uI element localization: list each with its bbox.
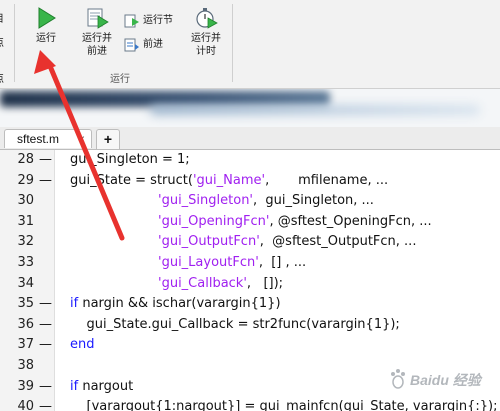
code-text: end [70,335,95,356]
line-number: 40 [17,399,34,411]
ribbon-divider [232,4,233,82]
stopwatch-icon [196,8,218,29]
code-text: if nargout [70,377,133,398]
advance-icon [124,38,139,52]
code-token: , mfilename, ... [265,172,389,188]
ribbon-divider [14,4,15,82]
code-token: , [] , ... [258,255,307,270]
run-section-button[interactable]: 运行节 [124,14,173,28]
code-text: if nargin && ischar(varargin{1}) [70,294,281,315]
line-number: 39 [17,378,34,394]
code-token: , []); [246,275,284,291]
run-and-time-label-2: 计时 [196,46,216,57]
new-tab-button[interactable]: + [96,129,120,149]
code-text: gui_State.gui_Callback = str2func(vararg… [70,315,400,336]
code-token: 'gui_LayoutFcn' [158,255,259,270]
run-section-label: 运行节 [143,15,173,26]
line-number: 29 [17,172,34,188]
line-number: 36 [17,316,34,332]
breakpoint-marker[interactable]: — [39,171,52,192]
code-line[interactable]: 35 — if nargin && ischar(varargin{1}) [0,294,500,315]
breakpoint-marker[interactable]: — [39,294,52,315]
line-number: 34 [17,275,34,291]
line-number: 33 [17,255,34,270]
code-line[interactable]: 36 — gui_State.gui_Callback = str2func(va… [0,315,500,336]
advance-button[interactable]: 前进 [124,38,163,52]
code-line[interactable]: 34 'gui_Callback', []); [0,274,500,295]
code-line[interactable]: 32 'gui_OutputFcn', @sftest_OutputFcn, ..… [0,232,500,253]
breakpoint-marker[interactable]: — [39,315,52,336]
blurred-path-strip [150,105,480,115]
code-token: 'gui_OpeningFcn' [158,213,270,229]
run-group-label: 运行 [110,74,130,85]
code-text: 'gui_Singleton', gui_Singleton, ... [158,191,374,212]
line-number: 35 [17,296,34,312]
left-section-fragment-group: 点 [0,70,4,85]
editor-tab-bar: sftest.m × + [0,127,500,150]
code-line[interactable]: 37 — end [0,335,500,356]
left-section-fragment-label: 点 [0,34,4,49]
code-line[interactable]: 29 — gui_State = struct('gui_Name', mfilen… [0,171,500,192]
code-token: if [70,378,79,394]
line-number: 38 [17,358,34,373]
code-token: 'gui_Singleton' [158,193,254,209]
code-text: 'gui_OutputFcn', @sftest_OutputFcn, ... [158,232,416,253]
run-button[interactable]: 运行 [28,6,64,45]
close-tab-icon[interactable]: × [78,130,85,149]
run-button-label: 运行 [36,33,56,44]
code-token: , gui_Singleton, ... [253,193,374,209]
run-and-advance-icon [87,8,109,29]
code-token: gui_Singleton = 1; [70,152,190,167]
watermark-text: Baidu 经验 [410,372,481,388]
code-line[interactable]: 30 'gui_Singleton', gui_Singleton, ... [0,191,500,212]
run-and-advance-label-1: 运行并 [82,33,112,44]
breakpoint-marker[interactable]: — [39,335,52,356]
code-token: 'gui_Name' [192,172,266,188]
code-token: gui_State = struct( [70,172,193,188]
advance-label: 前进 [143,39,163,50]
code-text: 'gui_Callback', []); [158,274,283,295]
run-and-advance-label-2: 前进 [87,46,107,57]
run-section-icon [124,14,139,28]
code-text: gui_Singleton = 1; [70,150,190,171]
code-token: nargout [78,378,134,394]
code-token: nargin && ischar(varargin{1}) [78,296,281,312]
tab-sftest[interactable]: sftest.m × [4,129,92,148]
baidu-watermark: Baidu 经验 [388,366,496,392]
code-token: , @sftest_OpeningFcn, ... [269,213,432,229]
code-text: 'gui_OpeningFcn', @sftest_OpeningFcn, ..… [158,212,432,233]
breakpoint-marker[interactable]: — [39,397,52,411]
line-number: 30 [17,193,34,209]
code-token: gui_State.gui_Callback = str2func(vararg… [70,316,400,332]
code-line[interactable]: 28 — gui_Singleton = 1; [0,150,500,171]
code-token: 'gui_OutputFcn' [158,234,260,250]
code-token: if [70,296,79,312]
line-number: 37 [17,337,34,353]
line-number: 31 [17,213,34,229]
code-line[interactable]: 33 'gui_LayoutFcn', [] , ... [0,253,500,274]
code-token: , @sftest_OutputFcn, ... [259,234,417,250]
run-and-time-button[interactable]: 运行并 计时 [186,6,226,58]
code-text: 'gui_LayoutFcn', [] , ... [158,253,306,274]
run-icon [38,7,56,29]
code-token: 'gui_Callback' [158,275,247,291]
code-token: [varargout{1:nargout}] = gui_mainfcn(gui… [70,399,498,411]
run-and-advance-button[interactable]: 运行并 前进 [76,6,118,58]
left-section-fragment-icon: 目 [0,10,4,25]
tab-sftest-label: sftest.m [17,132,60,146]
toolstrip: 目 点 点 运行 运行并 前进 运行节 前进 [0,0,500,89]
code-text: [varargout{1:nargout}] = gui_mainfcn(gui… [70,397,498,411]
run-and-time-label-1: 运行并 [191,33,221,44]
breakpoint-marker[interactable]: — [39,150,52,171]
code-line[interactable]: 40 — [varargout{1:nargout}] = gui_mainfcn… [0,397,500,411]
blurred-region [0,89,500,127]
breakpoint-marker[interactable]: — [39,377,52,398]
code-text: gui_State = struct('gui_Name', mfilename… [70,171,388,192]
code-token: end [70,337,95,353]
line-number: 28 [17,152,34,167]
line-number: 32 [17,234,34,250]
code-line[interactable]: 31 'gui_OpeningFcn', @sftest_OpeningFcn, … [0,212,500,233]
